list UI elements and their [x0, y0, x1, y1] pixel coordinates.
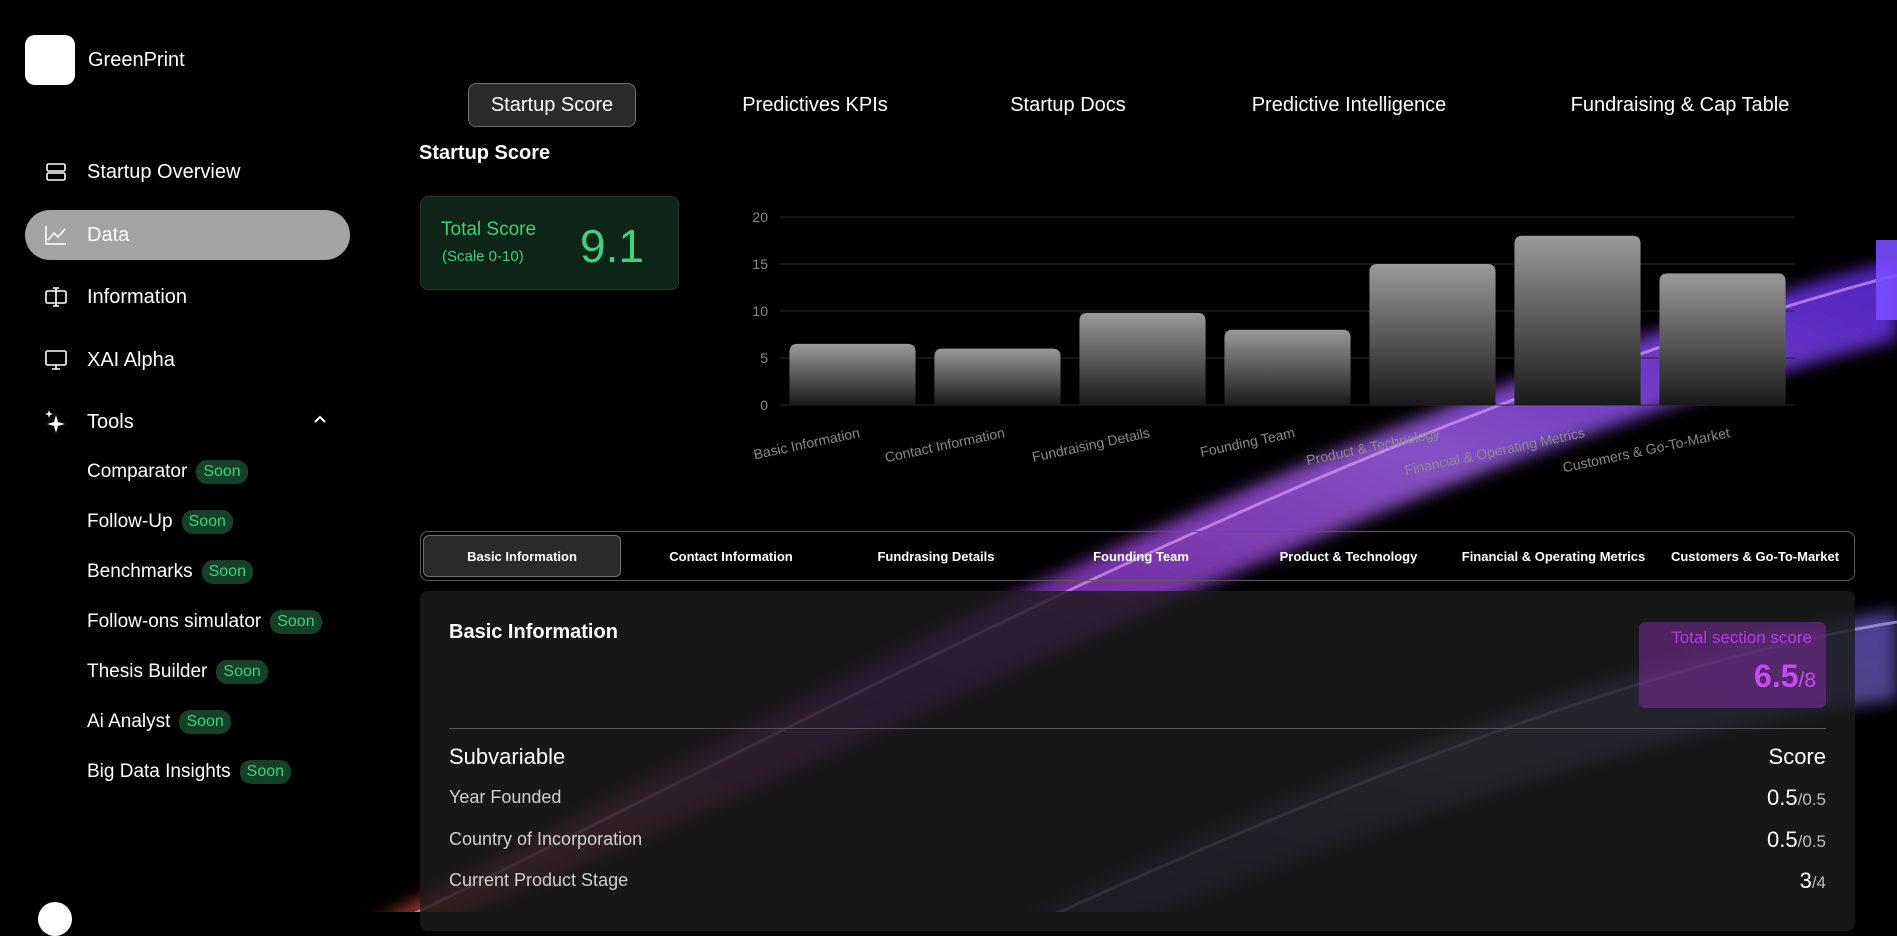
row-score: 0.5: [1767, 785, 1798, 810]
total-score-scale: (Scale 0-10): [442, 248, 524, 265]
section-tab-customers-go-to-market[interactable]: Customers & Go-To-Market: [1656, 535, 1854, 577]
y-tick-label: 0: [760, 397, 768, 413]
chart-line-icon: [43, 222, 69, 248]
y-tick-label: 15: [752, 256, 768, 272]
nav-item-tools[interactable]: Tools: [25, 397, 350, 447]
tool-item-comparator[interactable]: Comparator Soon: [87, 457, 248, 487]
tool-item-follow-ons-simulator[interactable]: Follow-ons simulator Soon: [87, 607, 322, 637]
section-score-value: 6.5: [1754, 658, 1799, 694]
row-score: 3: [1799, 868, 1812, 893]
bar: [1514, 235, 1641, 405]
section-score-max: /8: [1798, 669, 1816, 692]
nav-label: XAI Alpha: [87, 348, 175, 371]
header-score: Score: [1768, 744, 1826, 769]
x-tick-label: Basic Information: [752, 424, 861, 462]
row-name: Country of Incorporation: [449, 829, 643, 849]
nav-label: Information: [87, 285, 188, 308]
tool-label: Follow-ons simulator: [87, 611, 262, 632]
monitor-icon: [43, 347, 69, 373]
tab-predictives-kpis[interactable]: Predictives KPIs: [720, 83, 910, 127]
row-score-max: /0.5: [1797, 790, 1826, 809]
user-avatar[interactable]: [38, 902, 72, 936]
tool-label: Benchmarks: [87, 561, 193, 582]
nav-item-startup-overview[interactable]: Startup Overview: [25, 147, 350, 197]
x-tick-label: Fundraising Details: [1031, 424, 1152, 465]
soon-badge: Soon: [270, 610, 322, 634]
brand-name: GreenPrint: [88, 48, 185, 71]
bar: [1659, 273, 1786, 405]
nav-item-information[interactable]: Information: [25, 272, 350, 322]
divider: [449, 728, 1826, 729]
soon-badge: Soon: [239, 760, 292, 784]
tool-item-benchmarks[interactable]: Benchmarks Soon: [87, 557, 253, 587]
tool-label: Big Data Insights: [87, 761, 231, 782]
soon-badge: Soon: [179, 710, 231, 734]
section-tabs: Basic Information Contact Information Fu…: [420, 531, 1855, 581]
x-tick-label: Customers & Go-To-Market: [1561, 424, 1731, 475]
table-row: Year Founded 0.5/0.5: [449, 785, 1826, 817]
row-score: 0.5: [1767, 827, 1798, 852]
chevron-up-icon[interactable]: [312, 411, 328, 432]
section-tab-contact-information[interactable]: Contact Information: [631, 535, 831, 577]
bar: [1224, 329, 1351, 405]
bar: [1079, 312, 1206, 405]
section-score-label: Total section score: [1671, 628, 1812, 647]
table-row: Current Product Stage 3/4: [449, 868, 1826, 900]
nav-label: Tools: [87, 410, 134, 433]
tab-predictive-intelligence[interactable]: Predictive Intelligence: [1233, 83, 1465, 127]
bar: [789, 343, 916, 405]
tab-fundraising-cap-table[interactable]: Fundraising & Cap Table: [1560, 83, 1800, 127]
tab-startup-docs[interactable]: Startup Docs: [990, 83, 1146, 127]
tool-label: Follow-Up: [87, 511, 173, 532]
soon-badge: Soon: [196, 460, 248, 484]
total-score-card: Total Score (Scale 0-10) 9.1: [420, 196, 679, 290]
total-section-score: Total section score 6.5/8: [1639, 622, 1826, 708]
table-row: Country of Incorporation 0.5/0.5: [449, 827, 1826, 859]
tab-startup-score[interactable]: Startup Score: [468, 83, 636, 127]
section-title: Startup Score: [419, 142, 551, 164]
tool-item-follow-up[interactable]: Follow-Up Soon: [87, 507, 233, 537]
y-tick-label: 10: [752, 303, 768, 319]
section-tab-basic-information[interactable]: Basic Information: [423, 535, 621, 577]
tool-label: Ai Analyst: [87, 711, 171, 732]
soon-badge: Soon: [181, 510, 233, 534]
nav-item-data[interactable]: Data: [25, 210, 350, 260]
x-tick-label: Contact Information: [883, 424, 1006, 465]
bar: [1369, 264, 1496, 405]
bar: [934, 348, 1061, 405]
section-tab-product-technology[interactable]: Product & Technology: [1246, 535, 1451, 577]
nav-label: Startup Overview: [87, 160, 241, 183]
sidebar: GreenPrint Startup Overview Data Informa…: [0, 0, 400, 936]
row-score-max: /4: [1811, 873, 1826, 892]
layers-icon: [43, 159, 69, 185]
score-bar-chart: 0 5 10 15 20 Basic Information Contact Inform…: [752, 209, 1795, 478]
x-tick-label: Founding Team: [1199, 424, 1296, 460]
text-cursor-icon: [43, 284, 69, 310]
tool-label: Comparator: [87, 461, 188, 482]
y-tick-label: 5: [760, 350, 768, 366]
total-score-value: 9.1: [580, 220, 644, 272]
soon-badge: Soon: [216, 660, 268, 684]
nav-label: Data: [87, 223, 130, 246]
tool-item-big-data-insights[interactable]: Big Data Insights Soon: [87, 757, 292, 787]
row-score-max: /0.5: [1797, 832, 1826, 851]
row-name: Year Founded: [449, 787, 562, 807]
tool-item-thesis-builder[interactable]: Thesis Builder Soon: [87, 657, 268, 687]
row-name: Current Product Stage: [449, 870, 629, 890]
tool-label: Thesis Builder: [87, 661, 208, 682]
brand[interactable]: GreenPrint: [25, 35, 185, 85]
section-tab-fundraising-details[interactable]: Fundrasing Details: [836, 535, 1036, 577]
y-tick-label: 20: [752, 209, 768, 225]
soon-badge: Soon: [201, 560, 253, 584]
tool-item-ai-analyst[interactable]: Ai Analyst Soon: [87, 707, 231, 737]
nav-item-xai-alpha[interactable]: XAI Alpha: [25, 335, 350, 385]
panel-title: Basic Information: [449, 621, 618, 643]
section-tab-founding-team[interactable]: Founding Team: [1041, 535, 1241, 577]
section-detail-panel: Basic Information Total section score 6.…: [420, 591, 1855, 931]
header-subvariable: Subvariable: [449, 744, 566, 769]
sparkles-icon: [43, 409, 69, 435]
section-tab-financial-operating-metrics[interactable]: Financial & Operating Metrics: [1451, 535, 1656, 577]
brand-logo: [25, 35, 75, 85]
total-score-label: Total Score: [441, 219, 537, 240]
